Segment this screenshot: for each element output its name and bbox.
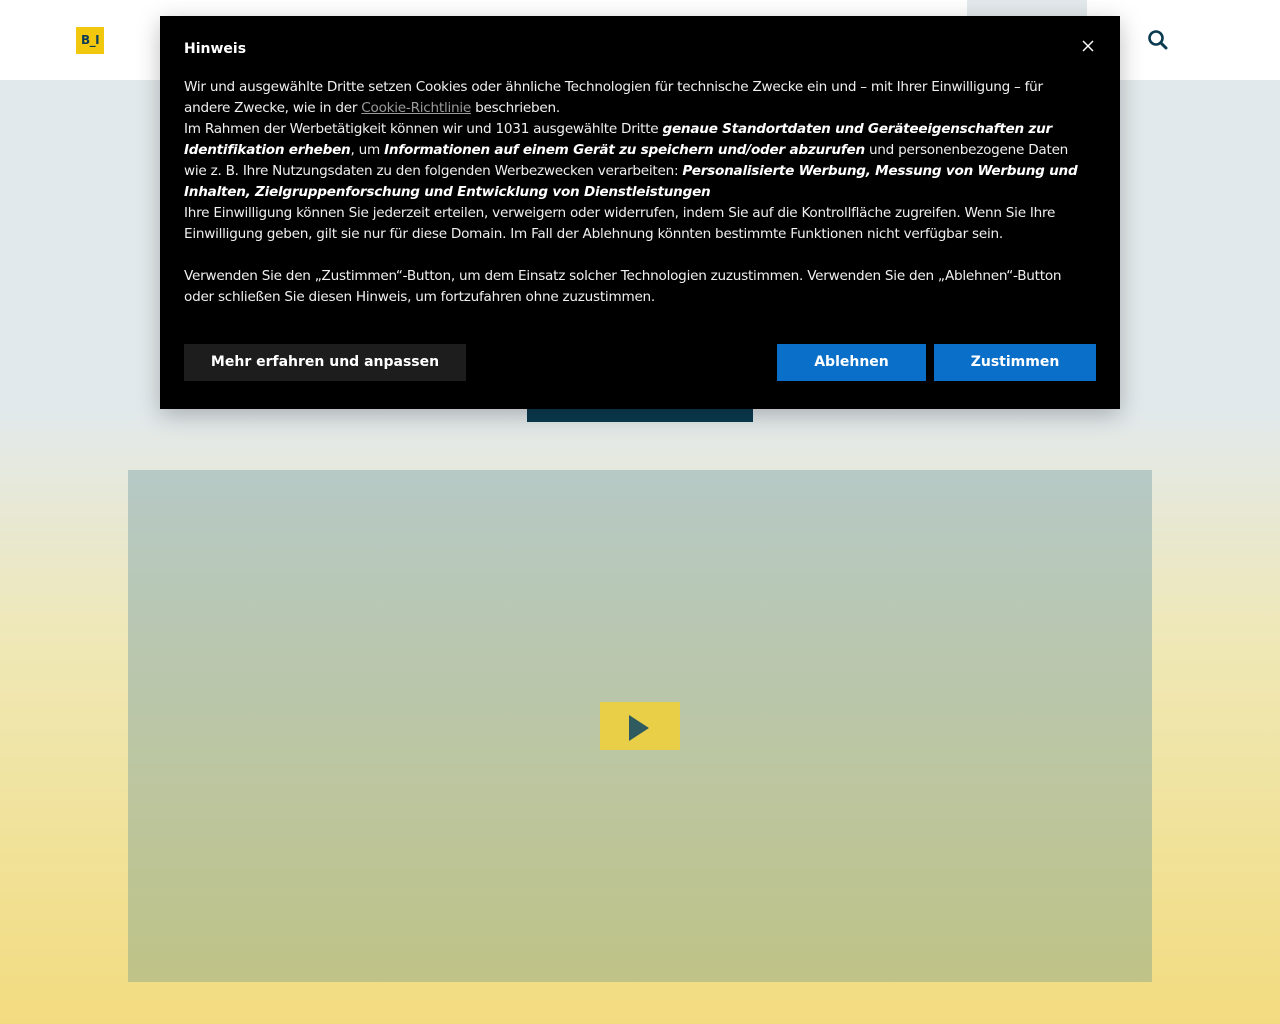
- consent-text: Im Rahmen der Werbetätigkeit können wir …: [184, 121, 663, 137]
- close-icon[interactable]: [1080, 38, 1096, 54]
- play-button[interactable]: [600, 702, 680, 750]
- dialog-body: Wir und ausgewählte Dritte setzen Cookie…: [184, 77, 1084, 308]
- dialog-title: Hinweis: [184, 41, 247, 57]
- cookie-policy-link[interactable]: Cookie-Richtlinie: [361, 100, 471, 116]
- cookie-consent-dialog: Hinweis Wir und ausgewählte Dritte setze…: [160, 16, 1120, 409]
- learn-more-button[interactable]: Mehr erfahren und anpassen: [184, 344, 466, 381]
- consent-text: , um: [350, 142, 385, 158]
- consent-text: Wir und ausgewählte Dritte setzen Cookie…: [184, 79, 1043, 116]
- accept-button[interactable]: Zustimmen: [934, 344, 1096, 381]
- consent-emphasis: Informationen auf einem Gerät zu speiche…: [384, 142, 865, 158]
- consent-paragraph-4: Verwenden Sie den „Zustimmen“-Button, um…: [184, 268, 1062, 305]
- play-icon: [629, 715, 649, 741]
- site-logo[interactable]: B_I: [76, 27, 104, 54]
- consent-text: beschrieben.: [471, 100, 560, 116]
- consent-paragraph-2: Im Rahmen der Werbetätigkeit können wir …: [184, 119, 1084, 203]
- consent-paragraph-3: Ihre Einwilligung können Sie jederzeit e…: [184, 205, 1056, 242]
- video-player[interactable]: [128, 470, 1152, 982]
- reject-button[interactable]: Ablehnen: [777, 344, 926, 381]
- consent-paragraph-1: Wir und ausgewählte Dritte setzen Cookie…: [184, 77, 1084, 119]
- search-icon[interactable]: [1146, 28, 1170, 52]
